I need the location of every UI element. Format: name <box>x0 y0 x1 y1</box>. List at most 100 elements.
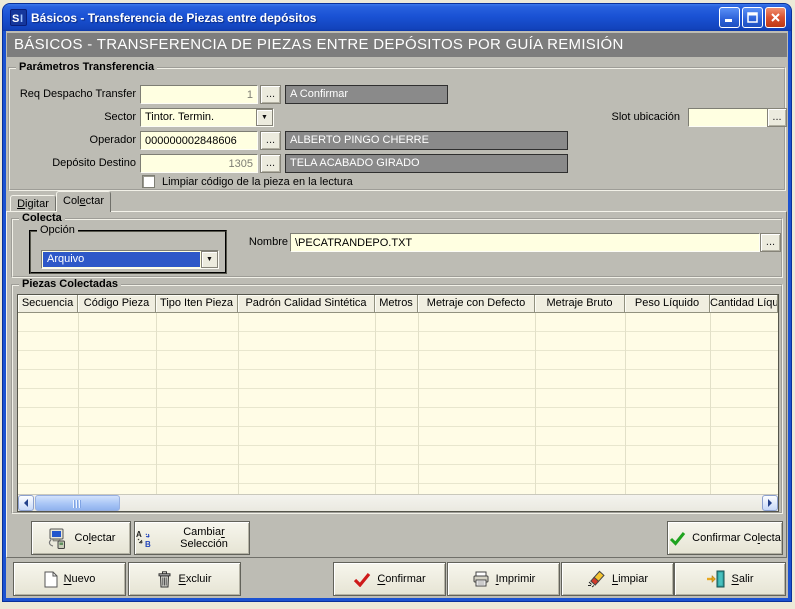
groupbox-opcion-label: Opción <box>37 224 78 236</box>
groupbox-colecta-label: Colecta <box>19 212 65 224</box>
nuevo-button[interactable]: Nuevo <box>13 562 126 596</box>
grid-row-empty <box>18 427 778 446</box>
grid-header: SecuenciaCódigo PiezaTipo Iten PiezaPadr… <box>18 295 778 313</box>
svg-text:B: B <box>145 540 151 548</box>
operador-label: Operador <box>14 131 136 150</box>
grid-column-header[interactable]: Cantidad Líquida <box>710 295 778 313</box>
opcion-combobox[interactable]: Arquivo ▼ <box>41 250 219 269</box>
cambiar-seleccion-button[interactable]: A B Cambiar Selección <box>134 521 250 555</box>
grid-column-header[interactable]: Metros <box>375 295 418 313</box>
req-despacho-input[interactable] <box>140 85 258 104</box>
groupbox-parametros: Parámetros Transferencia Req Despacho Tr… <box>8 67 786 191</box>
imprimir-button[interactable]: Imprimir <box>447 562 560 596</box>
salir-button[interactable]: Salir <box>674 562 786 596</box>
confirmar-colecta-button[interactable]: Confirmar Colecta <box>667 521 783 555</box>
limpiar-button[interactable]: Limpiar <box>561 562 674 596</box>
grid-column-separator <box>710 313 711 496</box>
trash-icon <box>157 571 172 588</box>
req-despacho-status: A Confirmar <box>285 85 448 104</box>
groupbox-piezas-colectadas: Piezas Colectadas SecuenciaCódigo PiezaT… <box>11 284 783 514</box>
excluir-button-label: Excluir <box>178 573 211 585</box>
operador-input[interactable] <box>140 131 258 150</box>
nombre-input[interactable] <box>290 233 760 252</box>
grid-column-header[interactable]: Código Pieza <box>78 295 156 313</box>
grid-column-separator <box>238 313 239 496</box>
maximize-button[interactable] <box>742 7 763 28</box>
grid-row-empty <box>18 351 778 370</box>
excluir-button[interactable]: Excluir <box>128 562 241 596</box>
tab-digitar[interactable]: Digitar <box>10 195 56 212</box>
red-check-icon <box>353 572 371 587</box>
grid-column-header[interactable]: Secuencia <box>18 295 78 313</box>
tab-colectar[interactable]: Colectar <box>56 191 111 212</box>
grid-horizontal-scrollbar[interactable] <box>18 494 778 511</box>
deposito-input[interactable] <box>140 154 258 173</box>
svg-text:A: A <box>136 530 142 539</box>
exit-door-icon <box>706 570 725 588</box>
grid-row-empty <box>18 408 778 427</box>
cambiar-seleccion-button-label: Cambiar Selección <box>159 526 249 550</box>
svg-text:I: I <box>20 13 23 25</box>
grid-row-empty <box>18 332 778 351</box>
slot-input[interactable] <box>688 108 768 127</box>
scroll-left-icon <box>20 499 28 507</box>
piezas-grid: SecuenciaCódigo PiezaTipo Iten PiezaPadr… <box>17 294 779 512</box>
window-title: Básicos - Transferencia de Piezas entre … <box>31 11 719 25</box>
scroll-grip-icon <box>73 500 82 508</box>
grid-column-header[interactable]: Peso Líquido <box>625 295 710 313</box>
desktop: S I Básicos - Transferencia de Piezas en… <box>0 0 795 609</box>
grid-column-separator <box>418 313 419 496</box>
grid-column-separator <box>535 313 536 496</box>
app-icon: S I <box>10 9 27 26</box>
confirmar-colecta-button-label: Confirmar Colecta <box>692 532 781 544</box>
grid-column-header[interactable]: Tipo Iten Pieza <box>156 295 238 313</box>
slot-label: Slot ubicación <box>580 108 680 127</box>
grid-row-empty <box>18 389 778 408</box>
chevron-down-icon[interactable]: ▼ <box>256 109 273 126</box>
new-page-icon <box>44 571 58 588</box>
chevron-down-icon[interactable]: ▼ <box>201 251 218 268</box>
scanner-device-icon <box>47 528 69 549</box>
deposito-label: Depósito Destino <box>14 154 136 173</box>
req-despacho-browse-button[interactable]: ... <box>260 85 281 104</box>
grid-body[interactable] <box>18 313 778 496</box>
scroll-thumb[interactable] <box>35 495 120 511</box>
maximize-icon <box>747 12 758 23</box>
scroll-left-button[interactable] <box>18 495 34 511</box>
groupbox-piezas-label: Piezas Colectadas <box>19 278 121 290</box>
confirmar-button[interactable]: Confirmar <box>333 562 446 596</box>
req-despacho-label: Req Despacho Transfer <box>14 85 136 104</box>
grid-column-header[interactable]: Padrón Calidad Sintética <box>238 295 375 313</box>
nombre-label: Nombre <box>243 233 288 252</box>
grid-row-empty <box>18 313 778 332</box>
sector-combobox[interactable]: Tintor. Termin. ▼ <box>140 108 274 127</box>
groupbox-parametros-label: Parámetros Transferencia <box>16 61 157 73</box>
close-button[interactable] <box>765 7 786 28</box>
scroll-right-button[interactable] <box>762 495 778 511</box>
app-window: S I Básicos - Transferencia de Piezas en… <box>3 4 791 601</box>
form-client: BÁSICOS - TRANSFERENCIA DE PIEZAS ENTRE … <box>6 31 788 598</box>
imprimir-button-label: Imprimir <box>496 573 536 585</box>
limpiar-button-label: Limpiar <box>612 573 648 585</box>
grid-column-header[interactable]: Metraje Bruto <box>535 295 625 313</box>
minimize-button[interactable] <box>719 7 740 28</box>
operador-status: ALBERTO PINGO CHERRE <box>285 131 568 150</box>
deposito-browse-button[interactable]: ... <box>260 154 281 173</box>
colectar-button[interactable]: Colectar <box>31 521 131 555</box>
limpiar-codigo-checkbox[interactable] <box>142 175 155 188</box>
limpiar-codigo-label: Limpiar código de la pieza en la lectura <box>162 175 353 189</box>
nombre-browse-button[interactable]: ... <box>760 233 781 252</box>
grid-column-separator <box>78 313 79 496</box>
operador-browse-button[interactable]: ... <box>260 131 281 150</box>
groupbox-opcion: Opción Arquivo ▼ <box>29 230 227 274</box>
swap-ab-icon: A B <box>135 529 153 548</box>
grid-column-header[interactable]: Metraje con Defecto <box>418 295 535 313</box>
close-icon <box>770 12 781 23</box>
tabpage-colectar: Colecta Opción Arquivo ▼ Nombre ... Piez… <box>6 211 787 558</box>
confirmar-button-label: Confirmar <box>377 573 425 585</box>
svg-text:S: S <box>12 13 19 25</box>
grid-row-empty <box>18 370 778 389</box>
eraser-icon <box>587 570 606 588</box>
green-check-icon <box>669 531 686 546</box>
slot-browse-button[interactable]: ... <box>767 108 787 127</box>
